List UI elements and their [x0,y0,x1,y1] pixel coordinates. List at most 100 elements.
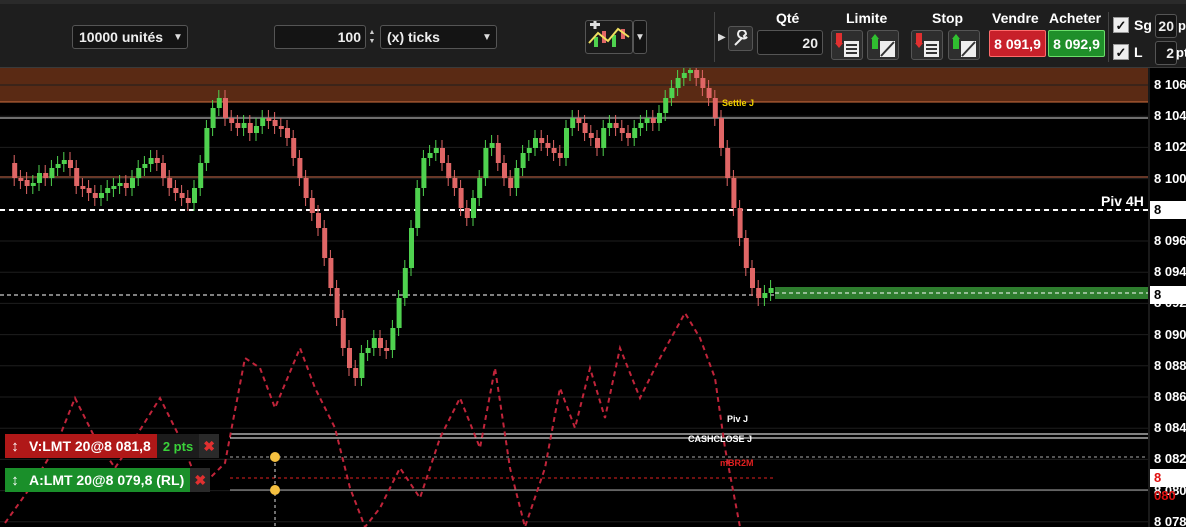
candle-body [638,123,644,128]
sg-input[interactable]: 20 [1155,14,1177,38]
candle-body [192,188,197,203]
candle-body [167,178,173,188]
candle-body [495,143,501,163]
axis-tick-label: 8 084 [1154,420,1186,436]
candle-body [260,118,266,126]
candle-body [384,348,390,351]
stepper-up-icon[interactable]: ▲ [369,28,376,37]
candle-body [371,338,377,348]
sell-market-button[interactable]: 8 091,9 [989,30,1046,57]
l-input[interactable]: 2 [1155,41,1177,65]
ticks-value-input[interactable]: 100 [274,25,366,49]
price-chart[interactable]: Settle J Piv 4H Piv J CASHCLOSE J mBR2M … [0,68,1186,527]
close-icon[interactable]: ✖ [199,434,220,458]
candle-body [719,118,724,148]
limit-buy-icon [871,34,895,57]
stop-sell-button[interactable] [911,30,943,60]
ticks-unit-text: (x) ticks [387,29,440,45]
candle-body [359,353,365,378]
candle-body [464,208,470,218]
candle-body [309,198,315,213]
axis-last-price: 8 092 [1150,286,1186,320]
candle-body [508,178,514,188]
candle-body [551,148,557,153]
axis-tick-label: 8 106 [1154,77,1186,92]
axis-tick-label: 8 102 [1154,139,1186,155]
drag-vertical-icon[interactable]: ↕ [5,468,25,492]
close-icon[interactable]: ✖ [190,468,211,492]
buy-order-label[interactable]: A:LMT 20@8 079,8 (RL) [25,468,191,492]
ticks-stepper[interactable]: ▲ ▼ [366,25,378,49]
candle-body [657,113,662,123]
candle-body [86,188,92,193]
l-checkbox[interactable]: ✓ [1113,44,1129,60]
toolbar-top-edge [0,0,1186,4]
candle-body [24,180,30,186]
candle-body [198,163,204,188]
candle-body [266,118,272,121]
sg-checkbox[interactable]: ✓ [1113,17,1129,33]
candle-body [80,186,86,189]
candle-body [43,173,49,178]
candle-body [74,168,80,186]
sell-order-label[interactable]: V:LMT 20@8 081,8 [25,434,157,458]
drag-vertical-icon[interactable]: ↕ [5,434,25,458]
candle-body [210,108,216,128]
candle-body [731,178,737,208]
l-value: 2 [1166,45,1174,61]
quantity-unit-select[interactable]: 10000 unités ▼ [72,25,188,49]
candle-body [390,328,396,350]
buy-order-tag[interactable]: ↕ A:LMT 20@8 079,8 (RL) ✖ [5,468,211,492]
candle-body [756,288,762,298]
candle-body [743,238,749,268]
candle-body [514,168,520,188]
stepper-down-icon[interactable]: ▼ [369,37,376,46]
order-toolbar: 10000 unités ▼ 100 ▲ ▼ (x) ticks ▼ ▼ ▶ Q… [0,0,1186,68]
sell-order-tag[interactable]: ↕ V:LMT 20@8 081,8 2 pts ✖ [5,434,220,458]
stop-buy-button[interactable] [948,30,980,60]
candle-body [61,160,67,164]
candle-body [421,158,427,188]
candle-body [185,198,191,203]
limit-sell-icon [835,33,859,57]
settle-label: Settle J [722,98,755,108]
candle-body [526,148,532,153]
candle-body [626,133,631,138]
indicators-button[interactable] [585,20,633,54]
buy-order-handle[interactable] [270,485,280,495]
candle-body [241,123,247,128]
mbr2m-label: mBR2M [720,458,754,468]
limit-sell-button[interactable] [831,30,863,60]
indicators-menu-button[interactable]: ▼ [633,20,647,54]
buy-market-button[interactable]: 8 092,9 [1048,30,1105,57]
sg-value: 20 [1158,18,1174,34]
candle-body [582,123,588,133]
candle-body [136,168,142,178]
candle-body [111,186,117,189]
candle-body [768,288,774,293]
candle-body [378,338,383,348]
candle-body [663,98,669,113]
candle-body [334,288,340,318]
candle-body [247,123,253,133]
stop-buy-icon [952,34,976,57]
sell-order-handle[interactable] [270,452,280,462]
pivj-label: Piv J [727,414,749,424]
candle-body [123,183,129,188]
limit-header: Limite [846,10,888,26]
candle-body [92,193,98,198]
qty-input[interactable]: 20 [757,30,823,55]
candle-body [669,88,675,98]
ticks-unit-select[interactable]: (x) ticks ▼ [380,25,497,49]
settings-button[interactable] [728,26,753,51]
candle-body [297,158,303,178]
limit-buy-button[interactable] [867,30,899,60]
candle-body [725,148,731,178]
expand-arrow-icon[interactable]: ▶ [718,32,726,43]
candle-body [533,138,538,148]
candle-body [105,188,111,193]
candle-body [148,158,154,164]
candle-body [483,148,489,178]
chart-canvas[interactable] [0,68,1186,527]
candle-body [328,258,334,288]
